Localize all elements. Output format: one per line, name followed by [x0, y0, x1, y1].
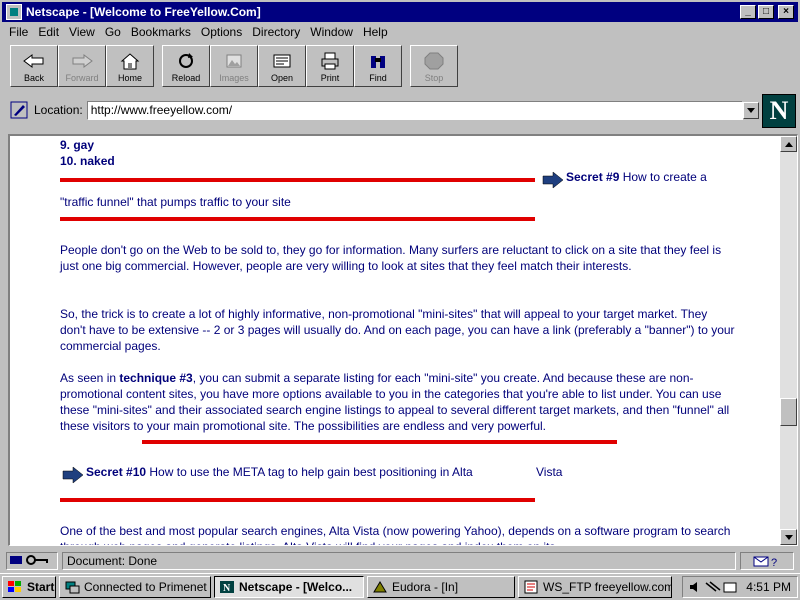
secret-10-heading: Secret #10 How to use the META tag to he… [86, 465, 473, 479]
chevron-down-icon [746, 107, 755, 113]
chevron-down-icon [784, 534, 793, 540]
ws-ftp-icon [524, 580, 538, 594]
location-bar: Location: [10, 98, 759, 122]
menu-file[interactable]: File [4, 25, 33, 39]
red-rule [60, 178, 535, 182]
paragraph: As seen in technique #3, you can submit … [60, 371, 730, 433]
binoculars-icon [367, 51, 389, 71]
paragraph: One of the best and most popular search … [60, 524, 731, 545]
netscape-app-icon[interactable] [6, 4, 22, 20]
task-eudora[interactable]: Eudora - [In] [367, 576, 515, 598]
scroll-down-button[interactable] [780, 529, 797, 545]
chevron-up-icon [784, 141, 793, 147]
volume-icon[interactable] [688, 580, 740, 594]
location-dropdown-button[interactable] [742, 101, 759, 119]
svg-text:N: N [223, 583, 231, 594]
netscape-icon: N [220, 581, 234, 594]
reload-button[interactable]: Reload [162, 45, 210, 87]
print-button[interactable]: Print [306, 45, 354, 87]
paragraph: People don't go on the Web to be sold to… [60, 243, 722, 273]
home-button[interactable]: Home [106, 45, 154, 87]
menu-options[interactable]: Options [196, 25, 247, 39]
secret-9-subtitle: "traffic funnel" that pumps traffic to y… [60, 195, 291, 209]
red-rule [142, 440, 617, 444]
menu-bookmarks[interactable]: Bookmarks [126, 25, 196, 39]
status-text: Document: Done [62, 552, 736, 570]
menu-go[interactable]: Go [100, 25, 126, 39]
toolbar: Back Forward Home Reload Images Open Pri… [10, 45, 466, 89]
maximize-button[interactable]: □ [758, 5, 774, 19]
windows-logo-icon [8, 581, 21, 592]
security-key-icon[interactable] [6, 552, 58, 570]
status-bar: Document: Done ? [2, 551, 798, 571]
arrow-bullet-icon [542, 171, 564, 189]
menu-help[interactable]: Help [358, 25, 393, 39]
task-ws-ftp[interactable]: WS_FTP freeyellow.com [518, 576, 672, 598]
netscape-logo[interactable]: N [762, 94, 796, 128]
stop-button[interactable]: Stop [410, 45, 458, 87]
menu-directory[interactable]: Directory [247, 25, 305, 39]
page-content: 9. gay 10. naked Secret #9 How to create… [10, 136, 780, 545]
minimize-button[interactable]: _ [740, 5, 756, 19]
close-button[interactable]: × [778, 5, 794, 19]
list-item: 10. naked [60, 154, 115, 168]
images-button[interactable]: Images [210, 45, 258, 87]
secret-10-heading-end: Vista [536, 465, 563, 479]
secret-9-heading: Secret #9 How to create a [566, 170, 707, 184]
scroll-up-button[interactable] [780, 136, 797, 152]
taskbar: Start Connected to Primenet N Netscape -… [0, 573, 800, 600]
forward-arrow-icon [71, 51, 93, 71]
images-icon [223, 51, 245, 71]
bookmark-quill-icon[interactable] [10, 101, 28, 119]
back-arrow-icon [23, 51, 45, 71]
menu-window[interactable]: Window [305, 25, 358, 39]
stop-icon [423, 51, 445, 71]
clock[interactable]: 4:51 PM [746, 580, 791, 594]
list-item: 9. gay [60, 138, 95, 152]
open-icon [271, 51, 293, 71]
home-icon [119, 51, 141, 71]
forward-button[interactable]: Forward [58, 45, 106, 87]
content-frame: 9. gay 10. naked Secret #9 How to create… [8, 134, 798, 546]
arrow-bullet-icon [62, 466, 84, 484]
find-button[interactable]: Find [354, 45, 402, 87]
svg-text:?: ? [771, 557, 777, 567]
red-rule [60, 498, 535, 502]
window-title: Netscape - [Welcome to FreeYellow.Com] [26, 5, 261, 19]
back-button[interactable]: Back [10, 45, 58, 87]
red-rule [60, 217, 535, 221]
system-tray: 4:51 PM [682, 576, 798, 598]
printer-icon [319, 51, 341, 71]
dialup-network-icon [65, 581, 80, 594]
open-button[interactable]: Open [258, 45, 306, 87]
task-netscape[interactable]: N Netscape - [Welco... [214, 576, 364, 598]
scrollbar-thumb[interactable] [780, 398, 797, 426]
technique-3-link: technique #3 [119, 371, 193, 385]
task-connected-primenet[interactable]: Connected to Primenet [59, 576, 211, 598]
paragraph: So, the trick is to create a lot of high… [60, 307, 735, 353]
menu-bar: File Edit View Go Bookmarks Options Dire… [4, 23, 393, 41]
location-label: Location: [34, 103, 83, 117]
eudora-icon [373, 581, 387, 593]
vertical-scrollbar[interactable] [780, 136, 797, 545]
reload-icon [175, 51, 197, 71]
mail-status-icon[interactable]: ? [740, 552, 794, 570]
menu-view[interactable]: View [64, 25, 100, 39]
title-bar[interactable]: Netscape - [Welcome to FreeYellow.Com] _… [2, 2, 798, 22]
menu-edit[interactable]: Edit [33, 25, 64, 39]
location-input[interactable] [86, 100, 743, 120]
start-button[interactable]: Start [2, 576, 56, 598]
